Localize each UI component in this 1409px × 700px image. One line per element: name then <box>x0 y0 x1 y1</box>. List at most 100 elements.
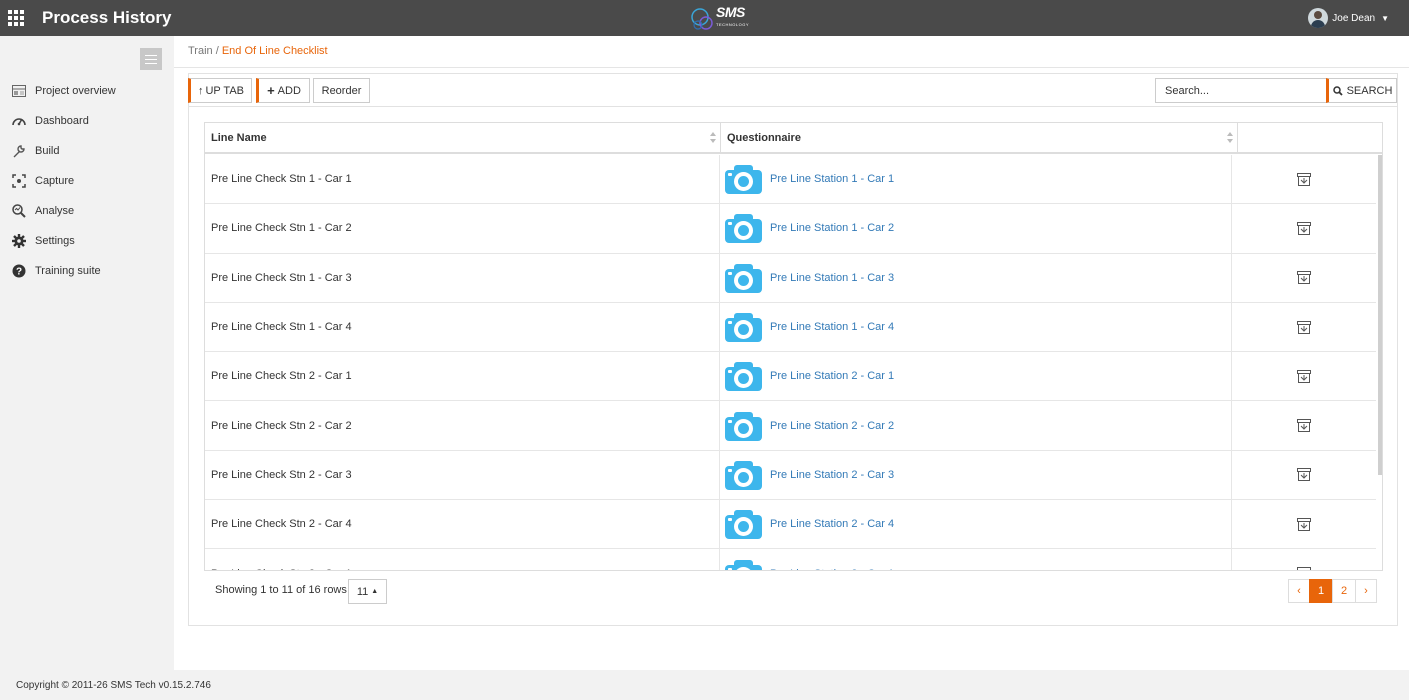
sidebar-item-label: Project overview <box>35 85 116 97</box>
logo-text: SMS <box>716 4 745 20</box>
sidebar-item-capture[interactable]: Capture <box>0 166 174 196</box>
arrow-up-icon: ↑ <box>197 84 204 97</box>
questionnaire-link[interactable]: Pre Line Station 3 - Car 1 <box>770 568 894 570</box>
dashboard-gauge-icon <box>12 118 26 126</box>
camera-icon[interactable] <box>725 263 762 293</box>
archive-icon[interactable] <box>1296 270 1312 285</box>
archive-icon[interactable] <box>1296 320 1312 335</box>
questionnaire-cell: Pre Line Station 2 - Car 3 <box>719 450 1232 500</box>
breadcrumb-parent[interactable]: Train <box>188 45 213 57</box>
sort-icon <box>1227 132 1233 144</box>
actions-cell <box>1231 549 1376 571</box>
table-row: Pre Line Check Stn 1 - Car 1 Pre Line Sta… <box>205 155 1376 205</box>
actions-cell <box>1231 352 1376 401</box>
page-size-value: 11 <box>356 585 369 598</box>
questionnaire-link[interactable]: Pre Line Station 2 - Car 1 <box>770 370 894 382</box>
line-name-text: Pre Line Check Stn 2 - Car 2 <box>211 419 352 432</box>
sidebar-toggle-button[interactable] <box>140 48 162 70</box>
camera-icon[interactable] <box>725 361 762 392</box>
questionnaire-link[interactable]: Pre Line Station 2 - Car 3 <box>770 469 894 481</box>
chevron-down-icon: ▼ <box>1381 13 1389 23</box>
line-name-text: Pre Line Check Stn 1 - Car 3 <box>211 271 352 284</box>
pagination: ‹ 1 2 › <box>1288 579 1377 603</box>
analyse-search-icon <box>12 204 26 218</box>
reorder-label: Reorder <box>321 84 362 97</box>
archive-icon[interactable] <box>1296 221 1312 236</box>
camera-icon[interactable] <box>725 559 762 570</box>
search-button[interactable]: SEARCH <box>1326 78 1397 103</box>
line-name-text: Pre Line Check Stn 2 - Car 1 <box>211 370 352 383</box>
camera-icon[interactable] <box>725 411 762 441</box>
questionnaire-link[interactable]: Pre Line Station 1 - Car 3 <box>770 272 894 284</box>
column-header-questionnaire[interactable]: Questionnaire <box>721 123 1238 153</box>
page-size-dropdown[interactable]: 11 ▲ <box>348 579 387 604</box>
sidebar-item-settings[interactable]: Settings <box>0 226 174 256</box>
pagination-prev[interactable]: ‹ <box>1288 579 1310 603</box>
up-tab-button[interactable]: ↑ UP TAB <box>188 78 252 103</box>
column-header-label: Line Name <box>211 132 267 144</box>
pagination-next[interactable]: › <box>1355 579 1377 603</box>
questionnaire-cell: Pre Line Station 1 - Car 2 <box>719 204 1232 253</box>
line-name-cell: Pre Line Check Stn 1 - Car 3 <box>211 254 719 302</box>
sidebar-item-build[interactable]: Build <box>0 136 174 166</box>
breadcrumb-current: End Of Line Checklist <box>221 45 328 57</box>
add-button[interactable]: + ADD <box>256 78 310 103</box>
search-input[interactable] <box>1155 78 1327 103</box>
line-name-text: Pre Line Check Stn 1 - Car 4 <box>211 321 352 334</box>
questionnaire-cell: Pre Line Station 2 - Car 1 <box>719 352 1232 401</box>
sort-icon <box>710 132 716 144</box>
camera-icon[interactable] <box>725 164 762 195</box>
line-name-cell: Pre Line Check Stn 2 - Car 1 <box>211 352 719 400</box>
sidebar-item-label: Analyse <box>35 205 75 217</box>
avatar <box>1308 8 1329 28</box>
add-label: ADD <box>277 84 301 97</box>
pagination-page-2[interactable]: 2 <box>1332 579 1356 603</box>
archive-icon[interactable] <box>1296 467 1312 482</box>
sidebar: Project overview Dashboard Build Capture… <box>0 36 174 670</box>
reorder-button[interactable]: Reorder <box>313 78 370 103</box>
camera-icon[interactable] <box>725 509 762 540</box>
questionnaire-link[interactable]: Pre Line Station 1 - Car 2 <box>770 222 894 234</box>
table-row: Pre Line Check Stn 1 - Car 3 Pre Line Sta… <box>205 253 1376 303</box>
table-row: Pre Line Check Stn 2 - Car 4 Pre Line Sta… <box>205 500 1376 550</box>
help-circle-icon: ? <box>12 264 26 278</box>
column-header-line-name[interactable]: Line Name <box>205 123 721 153</box>
archive-icon[interactable] <box>1296 517 1312 532</box>
camera-icon[interactable] <box>725 312 762 343</box>
data-table: Line Name Questionnaire Pre Line Check S… <box>204 122 1383 571</box>
questionnaire-cell: Pre Line Station 2 - Car 2 <box>719 401 1232 450</box>
sidebar-item-label: Settings <box>35 235 75 247</box>
sidebar-item-project-overview[interactable]: Project overview <box>0 76 174 106</box>
camera-icon[interactable] <box>725 213 762 244</box>
archive-icon[interactable] <box>1296 566 1312 571</box>
questionnaire-link[interactable]: Pre Line Station 2 - Car 4 <box>770 518 894 530</box>
questionnaire-link[interactable]: Pre Line Station 2 - Car 2 <box>770 420 894 432</box>
pagination-page-1[interactable]: 1 <box>1309 579 1333 603</box>
questionnaire-link[interactable]: Pre Line Station 1 - Car 1 <box>770 173 894 185</box>
questionnaire-link[interactable]: Pre Line Station 1 - Car 4 <box>770 321 894 333</box>
line-name-text: Pre Line Check Stn 2 - Car 3 <box>211 468 352 481</box>
sidebar-item-training-suite[interactable]: ? Training suite <box>0 256 174 286</box>
app-grid-icon[interactable] <box>8 10 24 26</box>
actions-cell <box>1231 253 1376 302</box>
actions-cell <box>1231 155 1376 204</box>
user-menu[interactable]: Joe Dean ▼ <box>1308 8 1389 28</box>
actions-cell <box>1231 401 1376 450</box>
capture-focus-icon <box>12 174 26 188</box>
camera-icon[interactable] <box>725 460 762 490</box>
sidebar-item-analyse[interactable]: Analyse <box>0 196 174 226</box>
wrench-icon <box>13 145 25 158</box>
questionnaire-cell: Pre Line Station 1 - Car 4 <box>719 302 1232 352</box>
archive-icon[interactable] <box>1296 369 1312 384</box>
archive-icon[interactable] <box>1296 418 1312 433</box>
archive-icon[interactable] <box>1296 172 1312 187</box>
project-overview-icon <box>12 85 26 97</box>
table-scrollbar[interactable] <box>1378 155 1382 475</box>
breadcrumb-separator: / <box>215 45 219 57</box>
sidebar-item-dashboard[interactable]: Dashboard <box>0 106 174 136</box>
svg-text:?: ? <box>16 267 22 278</box>
line-name-cell: Pre Line Check Stn 2 - Car 3 <box>211 451 719 499</box>
table-row: Pre Line Check Stn 3 - Car 1 Pre Line Sta… <box>205 549 1376 571</box>
breadcrumb-divider <box>174 67 1409 68</box>
column-header-label: Questionnaire <box>727 132 801 144</box>
